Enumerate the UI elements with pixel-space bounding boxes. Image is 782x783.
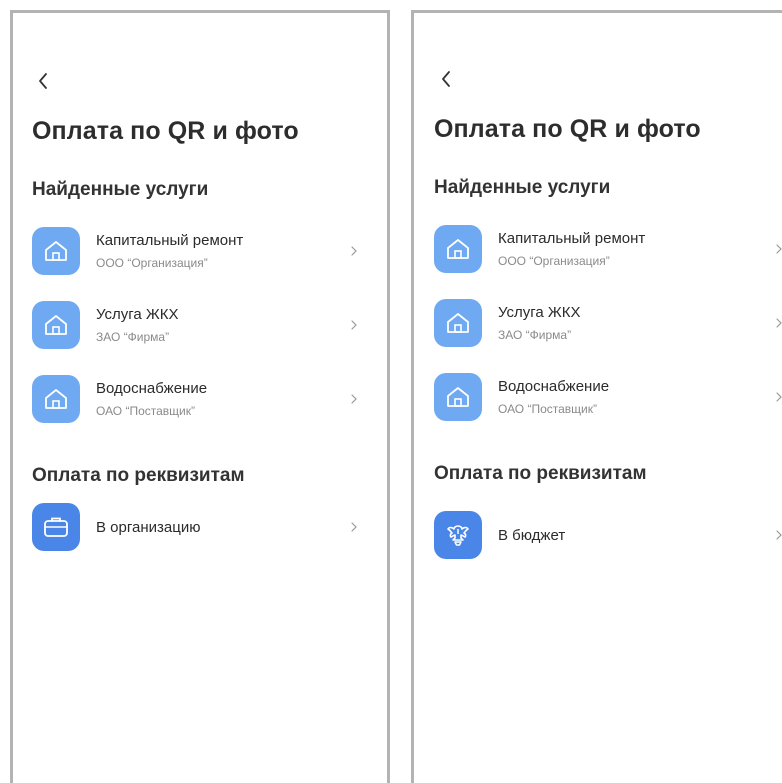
back-button[interactable] xyxy=(436,69,456,89)
chevron-right-icon xyxy=(774,390,782,404)
service-row[interactable]: Водоснабжение ОАО “Поставщик” xyxy=(32,373,387,425)
requisites-item-name: В организацию xyxy=(96,518,201,536)
house-icon xyxy=(32,227,80,275)
house-icon xyxy=(434,299,482,347)
service-org: ООО “Организация” xyxy=(96,256,208,270)
chevron-right-icon xyxy=(349,244,359,258)
chevron-right-icon xyxy=(349,392,359,406)
section-title-requisites: Оплата по реквизитам xyxy=(434,463,647,484)
briefcase-icon xyxy=(32,503,80,551)
service-row[interactable]: Водоснабжение ОАО “Поставщик” xyxy=(434,371,782,423)
chevron-left-icon xyxy=(442,71,450,87)
service-name: Капитальный ремонт xyxy=(96,232,244,249)
chevron-right-icon xyxy=(774,242,782,256)
service-org: ОАО “Поставщик” xyxy=(96,404,196,418)
house-icon xyxy=(434,225,482,273)
service-row[interactable]: Капитальный ремонт ООО “Организация” xyxy=(434,223,782,275)
service-row[interactable]: Услуга ЖКХ ЗАО “Фирма” xyxy=(434,297,782,349)
service-row[interactable]: Услуга ЖКХ ЗАО “Фирма” xyxy=(32,299,387,351)
emblem-icon xyxy=(434,511,482,559)
requisites-organization-row[interactable]: В организацию xyxy=(32,501,387,553)
screen-left: Оплата по QR и фото Найденные услуги Кап… xyxy=(10,10,390,783)
screen-right: Оплата по QR и фото Найденные услуги Кап… xyxy=(411,10,782,783)
service-org: ЗАО “Фирма” xyxy=(498,328,572,342)
requisites-item-name: В бюджет xyxy=(498,526,566,544)
page-title: Оплата по QR и фото xyxy=(434,115,701,143)
service-name: Водоснабжение xyxy=(498,378,610,395)
house-icon xyxy=(434,373,482,421)
service-name: Водоснабжение xyxy=(96,380,208,397)
service-row[interactable]: Капитальный ремонт ООО “Организация” xyxy=(32,225,387,277)
chevron-left-icon xyxy=(39,73,47,89)
chevron-right-icon xyxy=(774,316,782,330)
house-icon xyxy=(32,375,80,423)
section-title-requisites: Оплата по реквизитам xyxy=(32,465,245,486)
house-icon xyxy=(32,301,80,349)
page-title: Оплата по QR и фото xyxy=(32,117,299,145)
service-org: ОАО “Поставщик” xyxy=(498,402,598,416)
service-name: Услуга ЖКХ xyxy=(498,304,581,321)
service-org: ЗАО “Фирма” xyxy=(96,330,170,344)
service-name: Услуга ЖКХ xyxy=(96,306,179,323)
service-org: ООО “Организация” xyxy=(498,254,610,268)
chevron-right-icon xyxy=(349,520,359,534)
back-button[interactable] xyxy=(33,71,53,91)
chevron-right-icon xyxy=(349,318,359,332)
chevron-right-icon xyxy=(774,528,782,542)
requisites-budget-row[interactable]: В бюджет xyxy=(434,509,782,561)
service-name: Капитальный ремонт xyxy=(498,230,646,247)
section-title-found: Найденные услуги xyxy=(32,179,209,200)
section-title-found: Найденные услуги xyxy=(434,177,611,198)
